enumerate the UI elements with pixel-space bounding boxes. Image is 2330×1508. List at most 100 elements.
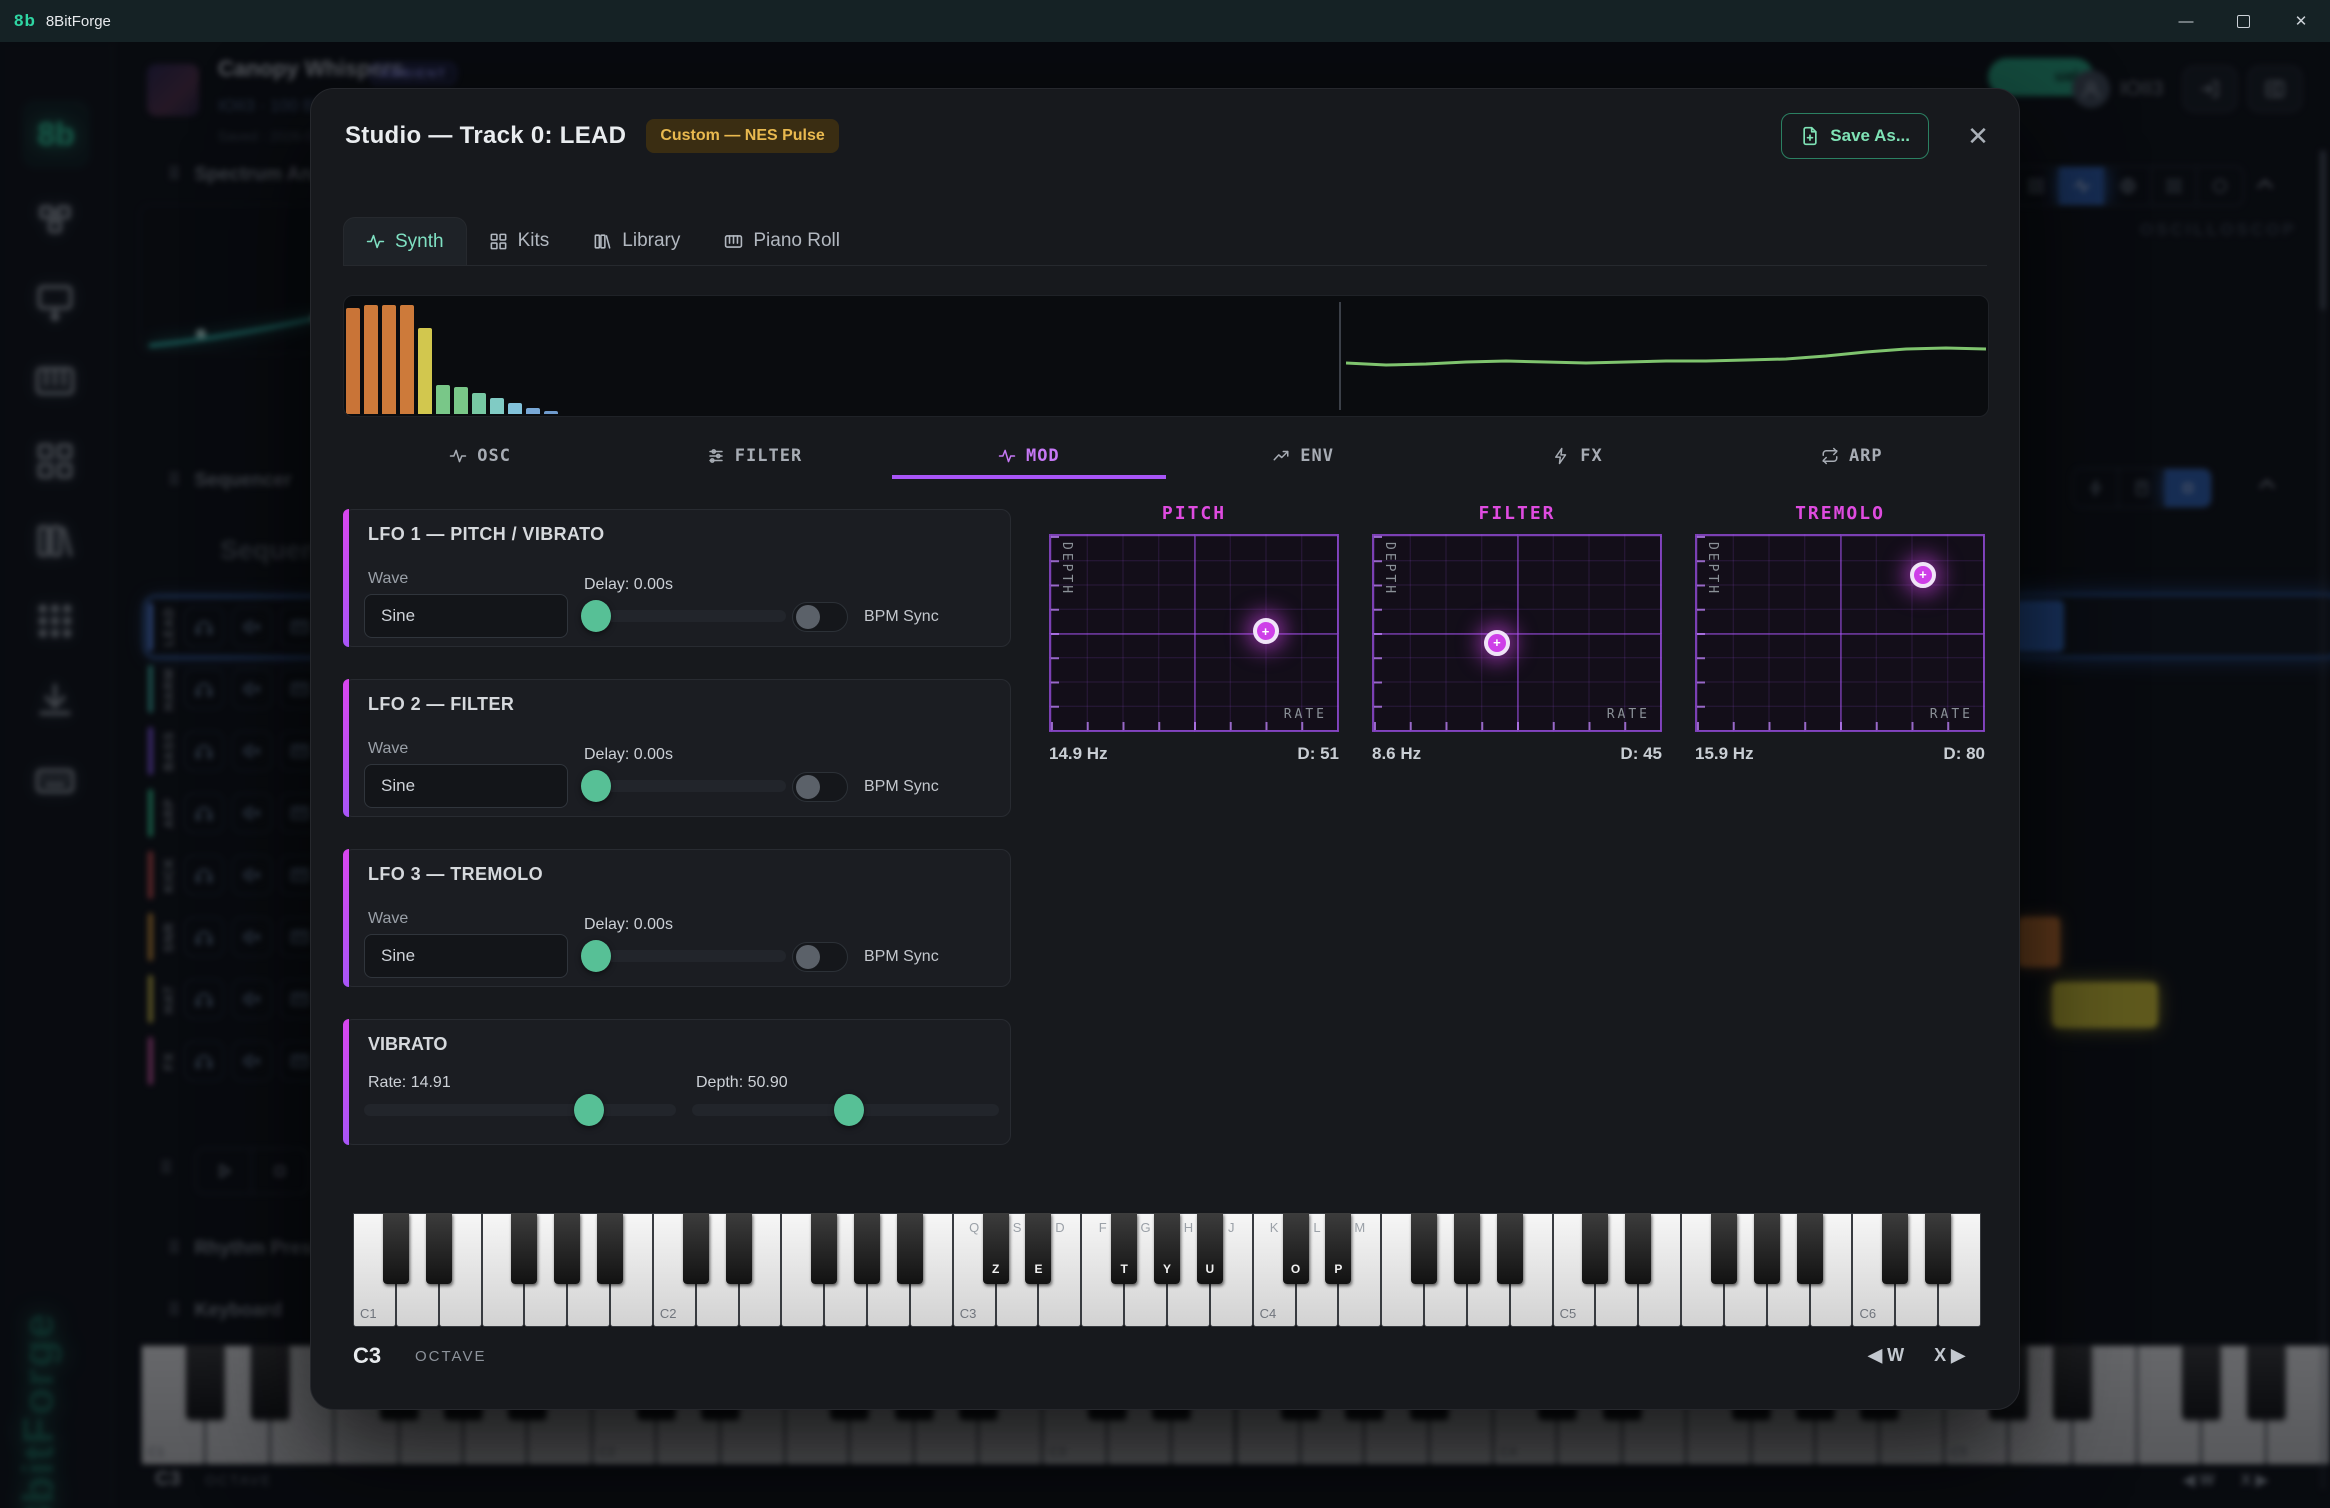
close-window-button[interactable]: ✕ (2290, 12, 2312, 30)
zap-icon (1552, 447, 1570, 465)
pad-x-axis-label: RATE (1607, 707, 1650, 722)
black-key-G#1[interactable] (554, 1213, 580, 1284)
octave-marker: C3 (960, 1306, 977, 1321)
rate-slider[interactable] (364, 1104, 676, 1116)
spectrum-bar (400, 305, 414, 414)
subtab-osc[interactable]: OSC (343, 437, 617, 479)
titlebar: 8b 8BitForge — ✕ (0, 0, 2330, 42)
black-key-D#2[interactable] (726, 1213, 752, 1284)
black-key-C#4[interactable]: O (1283, 1213, 1309, 1284)
trend-icon (1272, 447, 1290, 465)
slider-knob[interactable] (581, 940, 611, 972)
pad-rate-value: 14.9 Hz (1049, 744, 1108, 764)
wave-select[interactable]: Sine (364, 764, 568, 808)
pad-ticks-y (1697, 536, 1705, 730)
pad-center-hline (1374, 633, 1660, 635)
black-key-A#5[interactable] (1797, 1213, 1823, 1284)
black-key-C#6[interactable] (1882, 1213, 1908, 1284)
save-as-button[interactable]: Save As... (1781, 113, 1929, 159)
spectrum-bar (346, 308, 360, 414)
xy-pad-tremolo[interactable]: DEPTHRATE+ (1695, 534, 1985, 732)
pad-y-axis-label: DEPTH (1382, 542, 1397, 596)
wave-select[interactable]: Sine (364, 594, 568, 638)
app-window: 8b 8bitForge Canopy Whispers AMBIENT IOI… (0, 0, 2330, 1508)
maximize-button[interactable] (2237, 15, 2250, 28)
black-key-D#6[interactable] (1925, 1213, 1951, 1284)
wave-select[interactable]: Sine (364, 934, 568, 978)
black-key-C#1[interactable] (383, 1213, 409, 1284)
pad-y-axis-label: DEPTH (1059, 542, 1074, 596)
subtab-filter[interactable]: FILTER (617, 437, 891, 479)
depth-slider[interactable] (692, 1104, 999, 1116)
black-key-F#1[interactable] (511, 1213, 537, 1284)
black-key-G#5[interactable] (1754, 1213, 1780, 1284)
bpm-sync-toggle[interactable] (792, 602, 848, 632)
black-key-C#3[interactable]: Z (983, 1213, 1009, 1284)
black-key-F#3[interactable]: T (1111, 1213, 1137, 1284)
tab-piano-roll[interactable]: Piano Roll (702, 217, 862, 265)
pad-ticks-y (1051, 536, 1059, 730)
slider-knob[interactable] (834, 1094, 864, 1126)
spectrum-bar (508, 403, 522, 414)
slider-knob[interactable] (581, 770, 611, 802)
xy-pad-pitch[interactable]: DEPTHRATE+ (1049, 534, 1339, 732)
octave-up-button[interactable]: X ▶ (1934, 1345, 1965, 1366)
pad-center-hline (1697, 633, 1983, 635)
pad-handle[interactable]: + (1484, 630, 1510, 656)
black-key-G#4[interactable] (1454, 1213, 1480, 1284)
pad-rate-value: 8.6 Hz (1372, 744, 1421, 764)
black-key-A#2[interactable] (897, 1213, 923, 1284)
slider-knob[interactable] (581, 600, 611, 632)
pad-values: 14.9 HzD: 51 (1049, 744, 1339, 764)
app-logo: 8b (14, 11, 36, 31)
close-modal-button[interactable]: ✕ (1959, 117, 1997, 155)
key-letter: E (1025, 1262, 1051, 1276)
synth-section-tabs: OSCFILTERMODENVFXARP (343, 437, 1989, 479)
tab-kits[interactable]: Kits (467, 217, 572, 265)
octave-bar: C3 OCTAVE ◀ W X ▶ (353, 1341, 1979, 1375)
delay-label: Delay: 0.00s (584, 746, 673, 764)
black-key-G#3[interactable]: Y (1154, 1213, 1180, 1284)
tab-synth[interactable]: Synth (343, 217, 467, 265)
black-key-F#5[interactable] (1711, 1213, 1737, 1284)
slider-knob[interactable] (574, 1094, 604, 1126)
modal-tabs: SynthKitsLibraryPiano Roll (343, 217, 1987, 266)
black-key-A#1[interactable] (597, 1213, 623, 1284)
black-key-C#2[interactable] (683, 1213, 709, 1284)
black-key-A#3[interactable]: U (1197, 1213, 1223, 1284)
black-key-D#1[interactable] (426, 1213, 452, 1284)
pad-handle[interactable]: + (1910, 562, 1936, 588)
subtab-fx[interactable]: FX (1440, 437, 1714, 479)
pad-values: 8.6 HzD: 45 (1372, 744, 1662, 764)
subtab-mod[interactable]: MOD (892, 437, 1166, 479)
octave-down-button[interactable]: ◀ W (1868, 1345, 1904, 1366)
black-key-G#2[interactable] (854, 1213, 880, 1284)
black-key-F#2[interactable] (811, 1213, 837, 1284)
black-key-D#5[interactable] (1625, 1213, 1651, 1284)
octave-marker: C6 (1859, 1306, 1876, 1321)
delay-slider[interactable] (584, 610, 786, 622)
scope-divider (1339, 302, 1341, 410)
black-key-A#4[interactable] (1497, 1213, 1523, 1284)
spectrum-bar (544, 411, 558, 414)
delay-slider[interactable] (584, 780, 786, 792)
black-key-C#5[interactable] (1582, 1213, 1608, 1284)
black-key-D#3[interactable]: E (1025, 1213, 1051, 1284)
pad-title: PITCH (1049, 503, 1339, 524)
subtab-arp[interactable]: ARP (1715, 437, 1989, 479)
black-key-F#4[interactable] (1411, 1213, 1437, 1284)
black-key-D#4[interactable]: P (1325, 1213, 1351, 1284)
subtab-env[interactable]: ENV (1166, 437, 1440, 479)
bpm-sync-toggle[interactable] (792, 772, 848, 802)
minimize-button[interactable]: — (2175, 13, 2197, 30)
pad-ticks-x (1051, 722, 1337, 730)
lfo-panel-2: LFO 2 — FILTERWaveSineDelay: 0.00sBPM Sy… (343, 679, 1011, 817)
delay-label: Delay: 0.00s (584, 916, 673, 934)
bpm-sync-label: BPM Sync (864, 778, 939, 796)
bpm-sync-toggle[interactable] (792, 942, 848, 972)
tab-library[interactable]: Library (571, 217, 702, 265)
pad-handle[interactable]: + (1253, 618, 1279, 644)
xy-pad-filter[interactable]: DEPTH RATE + (1372, 534, 1662, 732)
delay-slider[interactable] (584, 950, 786, 962)
oscilloscope-display (343, 295, 1989, 417)
